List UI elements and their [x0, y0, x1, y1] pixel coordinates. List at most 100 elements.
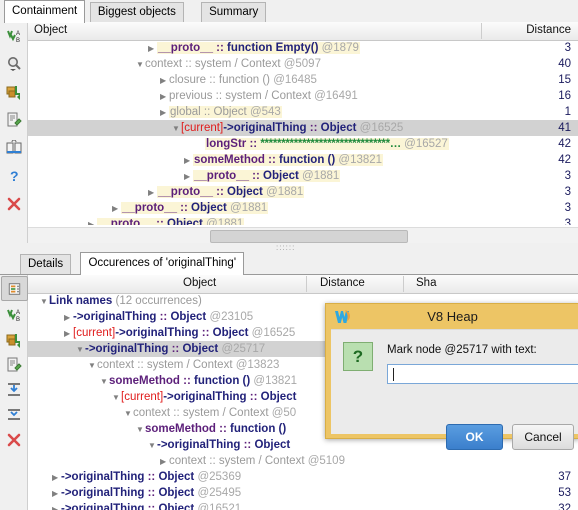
tab-biggest-objects[interactable]: Biggest objects [89, 2, 184, 22]
mark-node-dialog: V8 Heap ? Mark node @25717 with text: OK… [325, 303, 578, 450]
disclosure-triangle-icon[interactable] [64, 326, 73, 342]
disclosure-triangle-icon[interactable] [76, 342, 85, 358]
containment-row[interactable]: longStr :: *****************************… [28, 136, 578, 152]
tab-summary[interactable]: Summary [201, 2, 267, 22]
containment-row-label: previous :: system / Context @16491 [160, 88, 358, 104]
compare-icon[interactable] [0, 134, 27, 162]
containment-row[interactable]: someMethod :: function () @13821 42 [28, 152, 578, 168]
containment-row[interactable]: __proto__ :: function Empty() @1879 3 [28, 40, 578, 56]
top-toolbar: AB ? [0, 22, 28, 243]
list-view-icon[interactable] [1, 276, 28, 301]
svg-text:B: B [16, 317, 20, 323]
panel-splitter[interactable]: :::::: [0, 243, 578, 252]
occurrence-row-label: [current]->originalThing :: Object [112, 389, 296, 405]
disclosure-triangle-icon[interactable] [112, 201, 121, 217]
disclosure-triangle-icon[interactable] [160, 105, 169, 121]
disclosure-triangle-icon[interactable] [136, 422, 145, 438]
disclosure-triangle-icon[interactable] [148, 438, 157, 454]
top-tree-rows[interactable]: __proto__ :: function Empty() @18793cont… [28, 40, 578, 225]
close-icon[interactable] [0, 427, 27, 452]
column-shallow[interactable]: Sha [416, 275, 436, 292]
v8-heap-window: ContainmentBiggest objects Summary AB ? [0, 0, 578, 510]
edit-note-icon[interactable] [0, 106, 27, 134]
containment-row[interactable]: __proto__ :: Object @1881 3 [28, 184, 578, 200]
containment-row-distance: 40 [558, 58, 571, 70]
tab-details[interactable]: Details [20, 254, 72, 274]
containment-row[interactable]: global :: Object @543 1 [28, 104, 578, 120]
disclosure-triangle-icon[interactable] [88, 217, 97, 225]
text-caret [393, 368, 394, 381]
scrollbar-thumb[interactable] [210, 230, 408, 243]
containment-row[interactable]: closure :: function () @16485 15 [28, 72, 578, 88]
occurrence-row-label: ->originalThing :: Object @23105 [64, 309, 253, 325]
disclosure-triangle-icon[interactable] [148, 185, 157, 201]
disclosure-triangle-icon[interactable] [184, 153, 193, 169]
containment-tree[interactable]: Object Distance __proto__ :: function Em… [28, 22, 578, 243]
help-icon[interactable]: ? [0, 162, 27, 190]
splitter-grip: :::::: [276, 243, 296, 252]
containment-row[interactable]: previous :: system / Context @16491 16 [28, 88, 578, 104]
sort-alpha-icon[interactable]: AB [0, 22, 27, 50]
occurrence-row-label: context :: system / Context @50 [124, 405, 296, 421]
edit-note-icon[interactable] [0, 352, 27, 377]
column-divider[interactable] [481, 23, 482, 39]
column-divider-2[interactable] [403, 276, 404, 292]
occurrence-row-label: context :: system / Context @13823 [88, 357, 279, 373]
expand-all-icon[interactable] [0, 377, 27, 402]
column-distance[interactable]: Distance [320, 275, 365, 292]
disclosure-triangle-icon[interactable] [160, 89, 169, 105]
occurrence-row-label: someMethod :: function () @13821 [100, 373, 297, 389]
disclosure-triangle-icon[interactable] [160, 73, 169, 89]
containment-row-label: closure :: function () @16485 [160, 72, 317, 88]
cancel-button[interactable]: Cancel [512, 424, 574, 450]
occurrence-row-label: ->originalThing :: Object @25495 [52, 485, 241, 501]
containment-row[interactable]: __proto__ :: Object @1881 3 [28, 168, 578, 184]
disclosure-triangle-icon[interactable] [88, 358, 97, 374]
navigate-icon[interactable] [0, 78, 27, 106]
dialog-title: V8 Heap [427, 309, 478, 324]
column-object[interactable]: Object [183, 275, 216, 292]
tab-occurences-of-originalthing[interactable]: Occurences of 'originalThing' [80, 252, 245, 275]
bottom-column-header: Object Distance Sha [28, 275, 578, 294]
occurrence-row[interactable]: context :: system / Context @5109 [28, 453, 578, 469]
navigate-icon[interactable] [0, 327, 27, 352]
disclosure-triangle-icon[interactable] [160, 454, 169, 470]
collapse-all-icon[interactable] [0, 402, 27, 427]
occurrence-row-label: someMethod :: function () [136, 421, 286, 437]
containment-row-label: global :: Object @543 [160, 104, 282, 120]
containment-row-label: __proto__ :: Object @1881 [88, 216, 245, 225]
containment-row-distance: 16 [558, 90, 571, 102]
sort-alpha-icon[interactable]: AB [0, 302, 27, 327]
disclosure-triangle-icon[interactable] [52, 470, 61, 486]
column-object[interactable]: Object [34, 22, 67, 39]
top-horizontal-scrollbar[interactable] [28, 227, 578, 243]
occurrence-row[interactable]: ->originalThing :: Object @25495 53 [28, 485, 578, 501]
containment-panel: AB ? Object Distance ▶__proto__:: funct… [0, 22, 578, 243]
containment-row-distance: 42 [558, 154, 571, 166]
column-divider[interactable] [306, 276, 307, 292]
occurrence-row[interactable]: ->originalThing :: Object @25369 37 [28, 469, 578, 485]
containment-row[interactable]: __proto__ :: Object @1881 3 [28, 200, 578, 216]
disclosure-triangle-icon[interactable] [112, 390, 121, 406]
top-column-header: Object Distance [28, 22, 578, 41]
containment-row[interactable]: context :: system / Context @5097 40 [28, 56, 578, 72]
disclosure-triangle-icon[interactable] [184, 169, 193, 185]
containment-row[interactable]: [current]->originalThing :: Object @1652… [28, 120, 578, 136]
column-distance[interactable]: Distance [526, 22, 571, 39]
close-icon[interactable] [0, 190, 27, 218]
search-icon[interactable] [0, 50, 27, 78]
disclosure-triangle-icon[interactable] [100, 374, 109, 390]
containment-row[interactable]: __proto__ :: Object @1881 3 [28, 216, 578, 225]
dialog-body: ? Mark node @25717 with text: OK Cancel [331, 329, 578, 450]
mark-text-input[interactable] [387, 364, 578, 384]
disclosure-triangle-icon[interactable] [172, 121, 181, 137]
disclosure-triangle-icon[interactable] [52, 486, 61, 502]
disclosure-triangle-icon[interactable] [40, 294, 49, 310]
disclosure-triangle-icon[interactable] [148, 41, 157, 57]
disclosure-triangle-icon[interactable] [124, 406, 133, 422]
containment-row-distance: 42 [558, 138, 571, 150]
tab-containment[interactable]: Containment [4, 0, 86, 23]
disclosure-triangle-icon[interactable] [64, 310, 73, 326]
ok-button[interactable]: OK [446, 424, 503, 450]
disclosure-triangle-icon[interactable] [136, 57, 145, 73]
